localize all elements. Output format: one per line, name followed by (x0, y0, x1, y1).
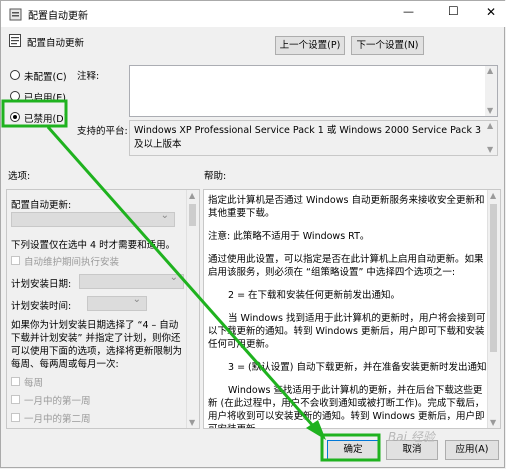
ok-button[interactable]: 确定 (327, 440, 379, 460)
apply-button[interactable]: 应用(A) (445, 440, 499, 460)
configure-updates-dropdown[interactable] (11, 210, 175, 227)
policy-app-icon (9, 8, 22, 21)
help-paragraph: 通过使用此设置，可以指定是否在此计算机上启用自动更新。如果启用该服务，则必须在 … (208, 254, 484, 278)
comment-label: 注释: (77, 71, 100, 82)
help-paragraph: Windows 查找适用于此计算机的更新，并在后台下载这些更新 (在此过程中，用… (208, 385, 485, 428)
previous-setting-button[interactable]: 上一个设置(P) (275, 36, 345, 55)
help-paragraph: 当 Windows 找到适用于此计算机的更新时，用户将会接到可以下载更新的通知。… (208, 313, 486, 350)
first-week-checkbox[interactable] (11, 395, 20, 404)
weekly-checkbox[interactable] (11, 377, 20, 386)
help-label: 帮助: (204, 171, 227, 182)
help-paragraph: 3 = (默认设置) 自动下载更新，并在准备安装更新时发出通知 (228, 362, 487, 373)
help-paragraph: 指定此计算机是否通过 Windows 自动更新服务来接收安全更新和其他重要下载。 (208, 195, 485, 219)
radio-enabled-label[interactable]: 已启用(E) (24, 90, 66, 104)
scheduled-time-label: 计划安装时间: (11, 301, 72, 312)
window-title: 配置自动更新 (28, 11, 88, 22)
radio-enabled[interactable] (10, 91, 20, 101)
radio-disabled[interactable] (10, 112, 20, 122)
supported-scrollbar[interactable]: ▲ ▼ (485, 121, 497, 155)
scheduled-day-label: 计划安装日期: (11, 279, 72, 290)
comment-scrollbar[interactable]: ▲ ▼ (485, 66, 497, 116)
second-week-label: 一月中的第二周 (24, 414, 91, 425)
help-scrollbar[interactable]: ▲ ▼ (487, 190, 500, 428)
second-week-checkbox[interactable] (11, 413, 20, 422)
supported-label: 支持的平台: (77, 126, 128, 137)
maximize-icon[interactable]: ☐ (448, 4, 459, 18)
watermark: Bai 经验 (388, 430, 435, 444)
options-panel: 配置自动更新: 下列设置仅在选中 4 时才需要和适用。 自动维护期间执行安装 计… (6, 189, 200, 429)
auto-maintenance-checkbox[interactable] (11, 256, 20, 265)
next-setting-button[interactable]: 下一个设置(N) (351, 36, 424, 55)
options-label: 选项: (8, 171, 31, 182)
radio-not-configured[interactable] (10, 70, 20, 80)
policy-name: 配置自动更新 (27, 38, 85, 49)
dialog-window: 配置自动更新 — ☐ ✕ 配置自动更新 上一个设置(P) 下一个设置(N) 未配… (0, 0, 506, 468)
minimize-icon[interactable]: — (403, 5, 414, 18)
help-scrollbar-thumb[interactable] (490, 204, 497, 352)
radio-disabled-label[interactable]: 已禁用(D) (24, 111, 67, 125)
help-panel: 指定此计算机是否通过 Windows 自动更新服务来接收安全更新和其他重要下载。… (203, 189, 501, 429)
auto-maintenance-label: 自动维护期间执行安装 (24, 257, 120, 268)
install-4am-note: 下列设置仅在选中 4 时才需要和适用。 (11, 240, 176, 251)
title-bar: 配置自动更新 — ☐ ✕ (1, 1, 506, 27)
schedule-note: 如果你为计划安装日期选择了 “4 – 自动下载并计划安装” 并指定了计划，则你还… (11, 320, 183, 370)
options-scrollbar-thumb[interactable] (189, 204, 196, 226)
radio-not-configured-label[interactable]: 未配置(C) (24, 69, 67, 83)
supported-platforms-box: Windows XP Professional Service Pack 1 或… (129, 120, 498, 156)
configure-updates-label: 配置自动更新: (11, 200, 72, 211)
first-week-label: 一月中的第一周 (24, 396, 91, 407)
close-icon[interactable]: ✕ (486, 5, 496, 19)
options-scrollbar[interactable]: ▲ ▼ (186, 190, 199, 428)
policy-setting-icon (9, 34, 21, 47)
supported-platforms-text: Windows XP Professional Service Pack 1 或… (134, 125, 482, 150)
weekly-label: 每周 (24, 378, 44, 389)
comment-textarea[interactable]: ▲ ▼ (129, 65, 498, 117)
scheduled-day-dropdown[interactable] (79, 272, 184, 289)
help-paragraph: 注意: 此策略不适用于 Windows RT。 (208, 231, 370, 242)
help-paragraph: 2 = 在下载和安装任何更新前发出通知。 (228, 290, 401, 301)
scheduled-time-dropdown[interactable] (87, 294, 147, 311)
